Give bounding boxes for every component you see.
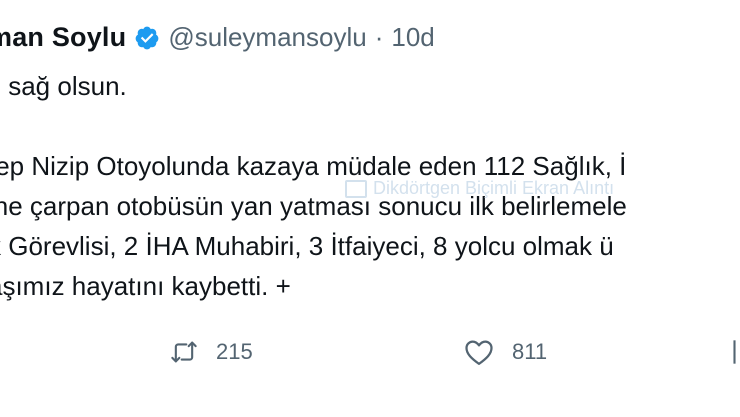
like-button[interactable]: 811	[464, 338, 547, 366]
tweet-card: man Soylu @suleymansoylu · 10d z sağ ols…	[0, 0, 740, 417]
author-handle[interactable]: @suleymansoylu	[168, 22, 366, 53]
tweet-text-line: k Görevlisi, 2 İHA Muhabiri, 3 İtfaiyeci…	[0, 231, 614, 261]
verified-badge-icon	[135, 26, 159, 49]
rectangle-icon	[345, 179, 367, 198]
header-separator: ·	[374, 22, 384, 52]
tweet-text: z sağ olsun. tep Nizip Otoyolunda kazaya…	[0, 70, 627, 301]
tweet-header: man Soylu @suleymansoylu · 10d	[0, 22, 435, 53]
heart-icon	[465, 340, 493, 365]
like-count: 811	[512, 339, 548, 364]
tweet-text-line: z sağ olsun.	[0, 71, 127, 101]
tweet-timestamp[interactable]: 10d	[391, 22, 434, 53]
tweet-actions: 215 811	[0, 338, 740, 374]
share-button[interactable]	[728, 338, 740, 366]
share-icon	[733, 340, 736, 364]
retweet-count: 215	[216, 339, 253, 364]
tweet-text-line: aşımız hayatını kaybetti. +	[0, 271, 291, 301]
watermark-text: Dikdörtgen Biçimli Ekran Alıntı	[373, 178, 615, 198]
retweet-button[interactable]: 215	[170, 338, 253, 366]
retweet-icon	[171, 341, 197, 363]
author-display-name[interactable]: man Soylu	[0, 22, 126, 53]
snipping-tool-watermark: Dikdörtgen Biçimli Ekran Alıntı	[345, 178, 614, 199]
